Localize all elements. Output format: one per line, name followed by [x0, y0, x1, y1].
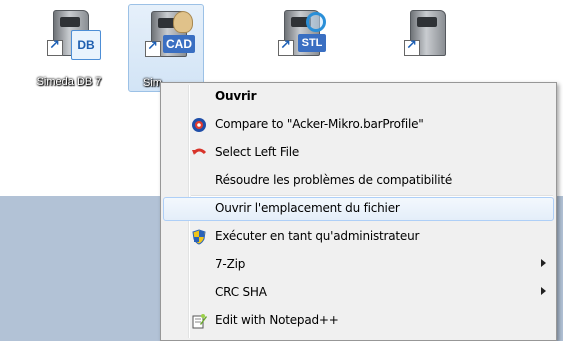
menu-item-label: Ouvrir l'emplacement du fichier	[215, 201, 400, 215]
menu-item-7zip[interactable]: 7-Zip	[163, 253, 554, 277]
menu-item-compare-to[interactable]: Compare to "Acker-Mikro.barProfile"	[163, 113, 554, 137]
shortcut-arrow-icon	[278, 38, 294, 56]
undo-arrow-icon	[191, 145, 207, 161]
shortcut-arrow-icon	[145, 39, 161, 57]
desktop-icon-simeda[interactable]	[388, 4, 464, 92]
cad-badge-icon: CAD	[163, 35, 195, 53]
db-badge-icon: DB	[71, 30, 101, 60]
shield-icon	[191, 229, 207, 245]
menu-item-label: Select Left File	[215, 145, 300, 159]
menu-item-label: Edit with Notepad++	[215, 313, 339, 327]
menu-item-ouvrir[interactable]: Ouvrir	[163, 85, 554, 109]
menu-item-executer-administrateur[interactable]: Exécuter en tant qu'administrateur	[163, 225, 554, 249]
tooth-icon	[173, 11, 193, 33]
menu-item-label: Compare to "Acker-Mikro.barProfile"	[215, 117, 424, 131]
menu-item-edit-notepad[interactable]: Edit with Notepad++	[163, 309, 554, 333]
menu-item-label: 7-Zip	[215, 257, 246, 271]
shortcut-arrow-icon	[47, 38, 63, 56]
submenu-arrow-icon	[541, 259, 546, 267]
menu-item-crc-sha[interactable]: CRC SHA	[163, 281, 554, 305]
notepad-icon	[191, 313, 207, 329]
menu-item-label: Résoudre les problèmes de compatibilité	[215, 173, 453, 187]
shortcut-arrow-icon	[404, 38, 420, 56]
menu-item-label: Ouvrir	[215, 89, 257, 103]
magnifier-icon	[306, 12, 326, 32]
desktop-icon-simeda-db[interactable]: DB Simeda DB 7	[31, 4, 107, 92]
menu-item-label: CRC SHA	[215, 285, 267, 299]
menu-item-resoudre-compatibilite[interactable]: Résoudre les problèmes de compatibilité	[163, 169, 554, 193]
stl-badge-icon: STL	[298, 34, 326, 52]
menu-item-ouvrir-emplacement[interactable]: Ouvrir l'emplacement du fichier	[163, 197, 554, 221]
context-menu: Ouvrir Compare to "Acker-Mikro.barProfil…	[160, 82, 557, 341]
menu-item-label: Exécuter en tant qu'administrateur	[215, 229, 420, 243]
submenu-arrow-icon	[541, 287, 546, 295]
desktop-icon-simeda-cad[interactable]: CAD Sim	[128, 4, 204, 92]
menu-item-select-left-file[interactable]: Select Left File	[163, 141, 554, 165]
desktop-icon-label: Simeda DB 7	[36, 76, 102, 88]
desktop-icon-simeda-stl[interactable]: STL	[262, 4, 338, 92]
compare-icon	[191, 117, 207, 133]
